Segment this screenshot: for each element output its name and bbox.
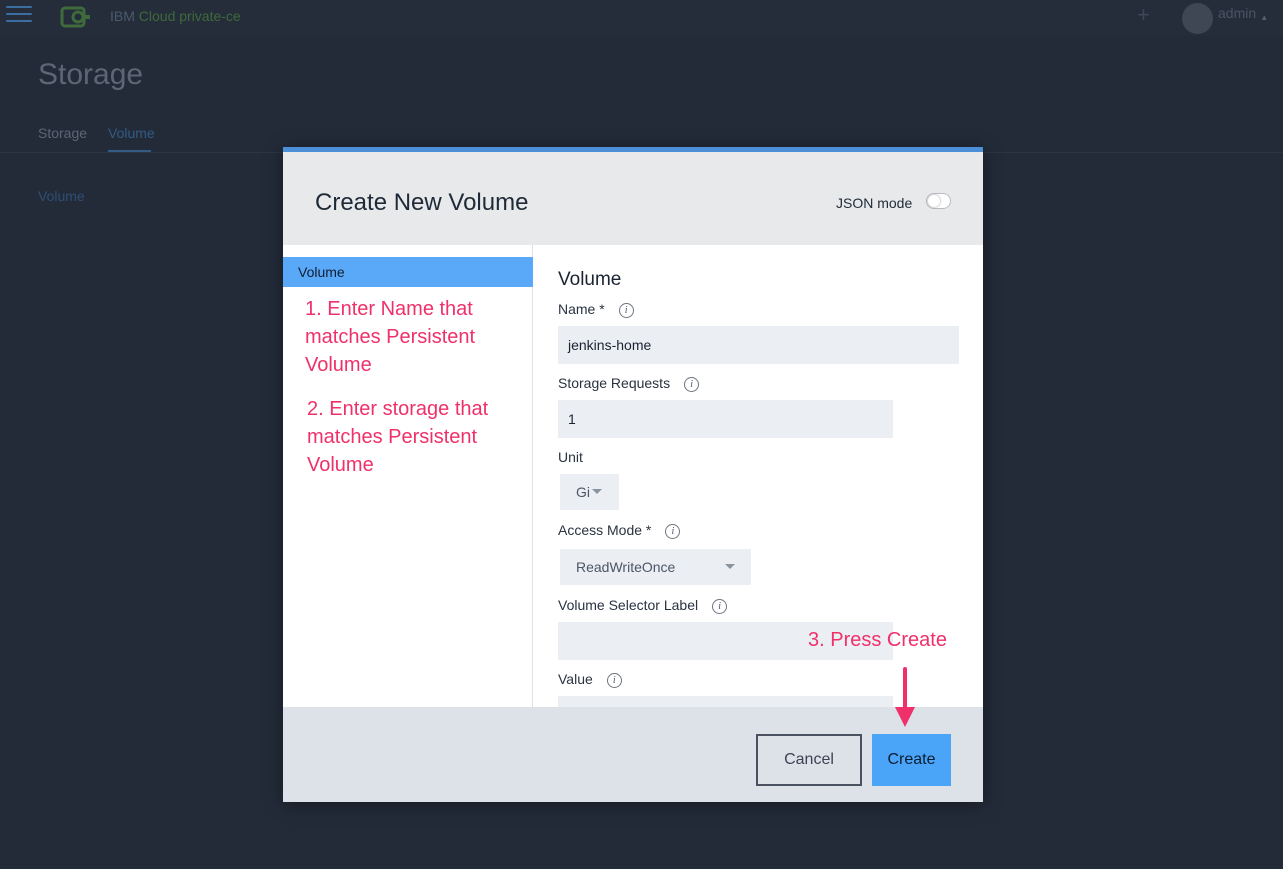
value-label-text: Value: [558, 671, 593, 687]
info-icon[interactable]: i: [618, 302, 634, 318]
name-input[interactable]: jenkins-home: [558, 326, 959, 364]
annotation-arrow-icon: [895, 667, 915, 727]
storage-requests-label: Storage Requests i: [558, 375, 700, 392]
modal-sidebar: Volume 1. Enter Name that matches Persis…: [283, 245, 533, 707]
info-icon[interactable]: i: [665, 523, 681, 539]
sidebar-item-volume[interactable]: Volume: [283, 257, 533, 287]
modal-header: Create New Volume JSON mode: [283, 152, 983, 245]
brand-product: Cloud private-ce: [138, 8, 241, 24]
ibm-cloud-logo-icon: [60, 6, 90, 28]
top-navigation-bar: IBM Cloud private-ce + admin ▴: [0, 0, 1283, 36]
info-icon[interactable]: i: [684, 376, 700, 392]
access-mode-select[interactable]: ReadWriteOnce: [560, 549, 751, 585]
storage-requests-label-text: Storage Requests: [558, 375, 671, 391]
form-heading: Volume: [558, 269, 622, 290]
chevron-down-icon: [592, 489, 602, 494]
toggle-knob: [928, 195, 940, 207]
caret-up-icon[interactable]: ▴: [1262, 12, 1267, 23]
avatar[interactable]: [1182, 3, 1213, 34]
volume-selector-label-text: Volume Selector Label: [558, 597, 699, 613]
tab-volume[interactable]: Volume: [108, 125, 155, 141]
modal-title: Create New Volume: [315, 189, 529, 216]
access-mode-select-value: ReadWriteOnce: [576, 559, 676, 575]
unit-select[interactable]: Gi: [560, 474, 619, 510]
info-icon[interactable]: i: [712, 598, 728, 614]
create-volume-modal: Create New Volume JSON mode Volume 1. En…: [283, 147, 983, 802]
volume-selector-label-label: Volume Selector Label i: [558, 597, 728, 614]
hamburger-menu-icon[interactable]: [6, 6, 32, 24]
annotation-step-2: 2. Enter storage that matches Persistent…: [307, 398, 489, 476]
page-title: Storage: [38, 58, 144, 91]
json-mode-label: JSON mode: [836, 195, 913, 211]
modal-footer: Cancel Create: [283, 707, 983, 802]
unit-select-value: Gi: [576, 484, 590, 500]
create-button[interactable]: Create: [872, 734, 951, 786]
tab-storage[interactable]: Storage: [38, 125, 87, 141]
name-label-text: Name *: [558, 301, 605, 317]
storage-requests-input[interactable]: 1: [558, 400, 893, 438]
brand-title: IBM Cloud private-ce: [110, 8, 241, 24]
value-label: Value i: [558, 671, 622, 688]
annotation-step-3: 3. Press Create: [808, 629, 947, 651]
unit-label-text: Unit: [558, 449, 583, 465]
chevron-down-icon: [725, 564, 735, 569]
access-mode-label: Access Mode * i: [558, 522, 681, 539]
annotation-step-1: 1. Enter Name that matches Persistent Vo…: [305, 298, 476, 376]
volume-breadcrumb-link[interactable]: Volume: [38, 188, 85, 204]
name-label: Name * i: [558, 301, 634, 318]
access-mode-label-text: Access Mode *: [558, 522, 652, 538]
user-menu-name[interactable]: admin: [1218, 5, 1256, 21]
info-icon[interactable]: i: [606, 672, 622, 688]
volume-form: Volume Name * i jenkins-home Storage Requ…: [534, 245, 983, 707]
add-icon[interactable]: +: [1137, 3, 1150, 27]
json-mode-toggle[interactable]: [926, 193, 951, 209]
cancel-button[interactable]: Cancel: [756, 734, 862, 786]
value-input[interactable]: [558, 696, 893, 707]
unit-label: Unit: [558, 449, 583, 465]
brand-prefix: IBM: [110, 8, 139, 24]
